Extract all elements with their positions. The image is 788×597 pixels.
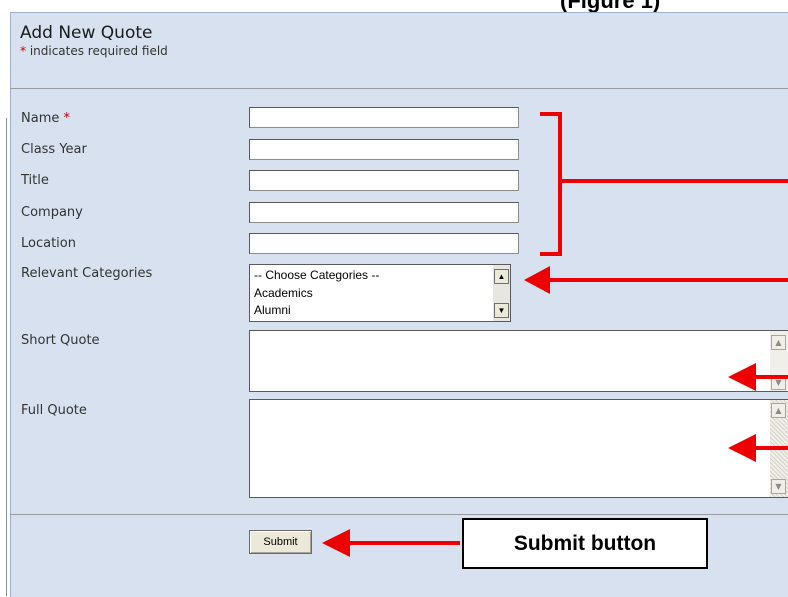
submit-arrow	[322, 529, 460, 557]
annotation-overlay	[322, 112, 788, 557]
categories-arrow	[524, 266, 788, 294]
full-quote-arrow	[728, 434, 788, 462]
short-quote-arrow	[728, 363, 788, 391]
fields-bracket	[540, 112, 788, 256]
screenshot: (Figure 1) Add New Quote * indicates req…	[0, 0, 788, 597]
